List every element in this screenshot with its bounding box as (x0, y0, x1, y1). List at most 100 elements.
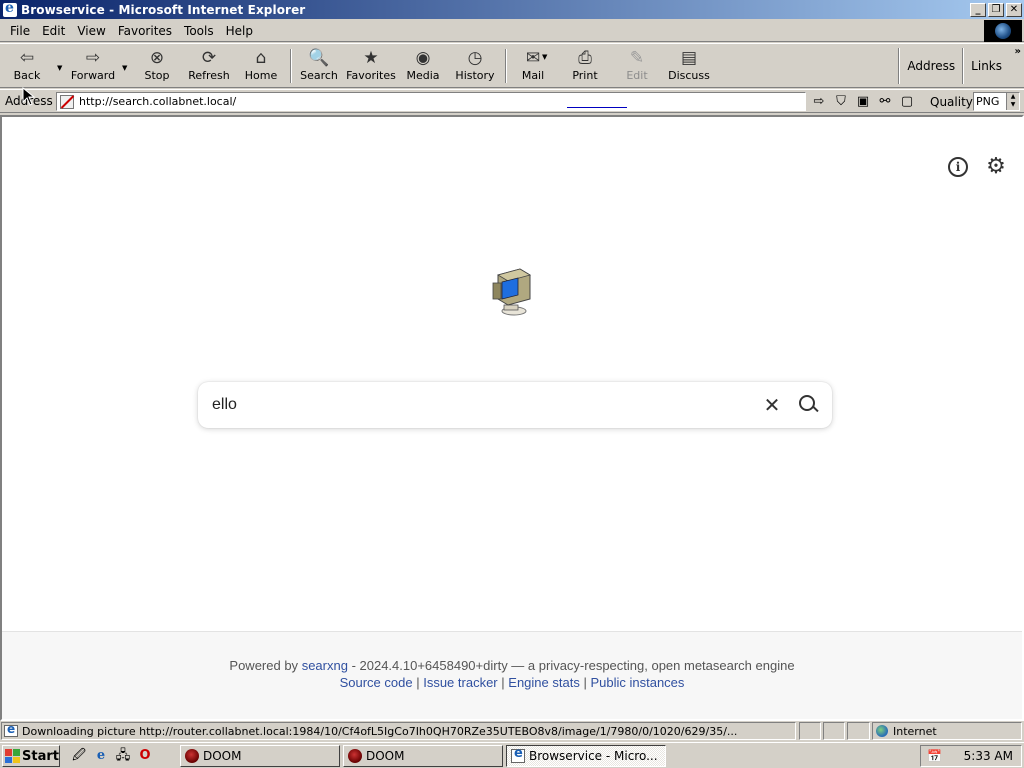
internet-explorer-icon[interactable]: e (92, 747, 110, 765)
mail-button[interactable]: ✉ Mail (516, 46, 550, 86)
edit-page-icon: ✎ (629, 48, 645, 68)
taskbar-task-doom-1[interactable]: DOOM (180, 745, 340, 767)
opera-icon[interactable]: O (136, 747, 154, 765)
find-binoculars-icon[interactable]: ⚯ (876, 93, 894, 110)
searxng-link[interactable]: searxng (302, 658, 348, 673)
powered-by-text: Powered by (229, 658, 299, 673)
home-icon: ⌂ (255, 48, 267, 68)
links-toolbar[interactable]: Links (967, 59, 1006, 73)
menu-view[interactable]: View (71, 24, 111, 38)
page-footer: Powered by searxng - 2024.4.10+6458490+d… (2, 631, 1022, 719)
toolbar-more-chevron[interactable]: » (1015, 46, 1021, 57)
page-icon[interactable]: ▣ (854, 93, 872, 110)
window-title: Browservice - Microsoft Internet Explore… (21, 2, 306, 17)
status-cell (823, 722, 845, 740)
go-arrow-icon[interactable]: ⇨ (810, 93, 828, 110)
status-cell (847, 722, 870, 740)
menu-file[interactable]: File (4, 24, 36, 38)
gear-icon[interactable]: ⚙ (986, 156, 1006, 178)
footer-separator: | (501, 675, 505, 690)
zone-label: Internet (893, 724, 937, 738)
edit-button[interactable]: ✎ Edit (620, 46, 654, 86)
tray-scheduler-icon[interactable]: 📅 (927, 749, 943, 763)
search-label: Search (300, 69, 338, 82)
discuss-button[interactable]: ▤ Discuss (668, 46, 710, 86)
menu-edit[interactable]: Edit (36, 24, 71, 38)
mail-dropdown-arrow[interactable]: ▼ (542, 53, 547, 61)
engine-stats-link[interactable]: Engine stats (508, 675, 580, 690)
search-submit-icon[interactable] (794, 391, 822, 419)
search-globe-icon: 🔍 (308, 48, 330, 68)
forward-dropdown-arrow[interactable]: ▼ (122, 64, 127, 72)
quality-value: PNG (976, 95, 1000, 108)
windows-flag-icon (5, 749, 21, 763)
mouse-cursor-icon (22, 87, 36, 106)
quality-label: Quality (930, 95, 973, 109)
address-input[interactable] (79, 95, 579, 108)
discuss-label: Discuss (668, 69, 710, 82)
taskbar-task-doom-2[interactable]: DOOM (343, 745, 503, 767)
issue-tracker-link[interactable]: Issue tracker (423, 675, 497, 690)
menu-help[interactable]: Help (220, 24, 259, 38)
public-instances-link[interactable]: Public instances (590, 675, 684, 690)
throbber-logo (984, 20, 1022, 42)
menu-favorites[interactable]: Favorites (112, 24, 178, 38)
forward-button[interactable]: ⇨ Forward (68, 46, 118, 86)
printer-icon: ⎙ (578, 48, 592, 68)
address-field[interactable] (56, 92, 806, 111)
footer-separator: | (583, 675, 587, 690)
taskbar-task-browservice[interactable]: Browservice - Micro... (506, 745, 666, 767)
home-label: Home (244, 69, 278, 82)
history-label: History (455, 69, 495, 82)
history-button[interactable]: ◷ History (454, 46, 496, 86)
status-cell (799, 722, 821, 740)
close-button[interactable]: ✕ (1006, 2, 1022, 17)
home-button[interactable]: ⌂ Home (242, 46, 280, 86)
globe-icon (995, 23, 1011, 39)
status-message-panel: Downloading picture http://router.collab… (1, 722, 796, 740)
ie-icon (511, 746, 525, 763)
ie-page-icon (4, 723, 18, 737)
quality-spinner-icon[interactable]: ▲ ▼ (1006, 93, 1019, 110)
security-zone-panel[interactable]: Internet (872, 722, 1022, 740)
status-message: Downloading picture http://router.collab… (22, 724, 738, 738)
clock[interactable]: 5:33 AM (964, 749, 1013, 763)
stop-icon: ⊗ (149, 48, 165, 68)
stop-button[interactable]: ⊗ Stop (140, 46, 174, 86)
maximize-button[interactable]: ❐ (988, 2, 1004, 17)
menu-tools[interactable]: Tools (178, 24, 220, 38)
favorites-button[interactable]: ★ Favorites (346, 46, 396, 86)
source-code-link[interactable]: Source code (340, 675, 413, 690)
search-button[interactable]: 🔍 Search (298, 46, 340, 86)
standard-toolbar: ⇦ Back ▼ ⇨ Forward ▼ ⊗ Stop ⟳ Refresh ⌂ … (0, 43, 1024, 88)
clipboard-icon[interactable]: ▢ (898, 93, 916, 110)
task-label: DOOM (366, 749, 405, 763)
address-toolbar-link[interactable]: Address (903, 59, 959, 73)
discuss-icon: ▤ (680, 48, 698, 68)
ie-app-icon[interactable] (3, 0, 17, 17)
media-button[interactable]: ◉ Media (404, 46, 442, 86)
clear-search-button[interactable]: ✕ (760, 393, 784, 417)
start-button[interactable]: Start (2, 745, 60, 767)
bookmark-icon[interactable]: ⛉ (832, 93, 850, 110)
minimize-button[interactable]: _ (970, 2, 986, 17)
toolbar-grip[interactable] (898, 48, 901, 84)
search-input[interactable] (212, 396, 760, 414)
forward-label: Forward (70, 69, 116, 82)
favorites-folder-icon: ★ (363, 48, 379, 68)
quality-select[interactable]: PNG ▲ ▼ (973, 92, 1020, 111)
media-label: Media (406, 69, 440, 82)
info-icon[interactable]: i (948, 157, 968, 177)
favorites-label: Favorites (346, 69, 396, 82)
back-dropdown-arrow[interactable]: ▼ (57, 64, 62, 72)
toolbar-grip[interactable] (962, 48, 965, 84)
back-button[interactable]: ⇦ Back (6, 46, 48, 86)
search-box: ✕ (198, 382, 832, 428)
network-icon[interactable]: 🖧 (114, 747, 132, 765)
internet-globe-icon (876, 725, 888, 737)
print-button[interactable]: ⎙ Print (568, 46, 602, 86)
refresh-button[interactable]: ⟳ Refresh (186, 46, 232, 86)
toolbar-separator (290, 49, 292, 83)
show-desktop-icon[interactable]: 🖉 (70, 747, 88, 765)
loading-indicator (567, 107, 627, 108)
